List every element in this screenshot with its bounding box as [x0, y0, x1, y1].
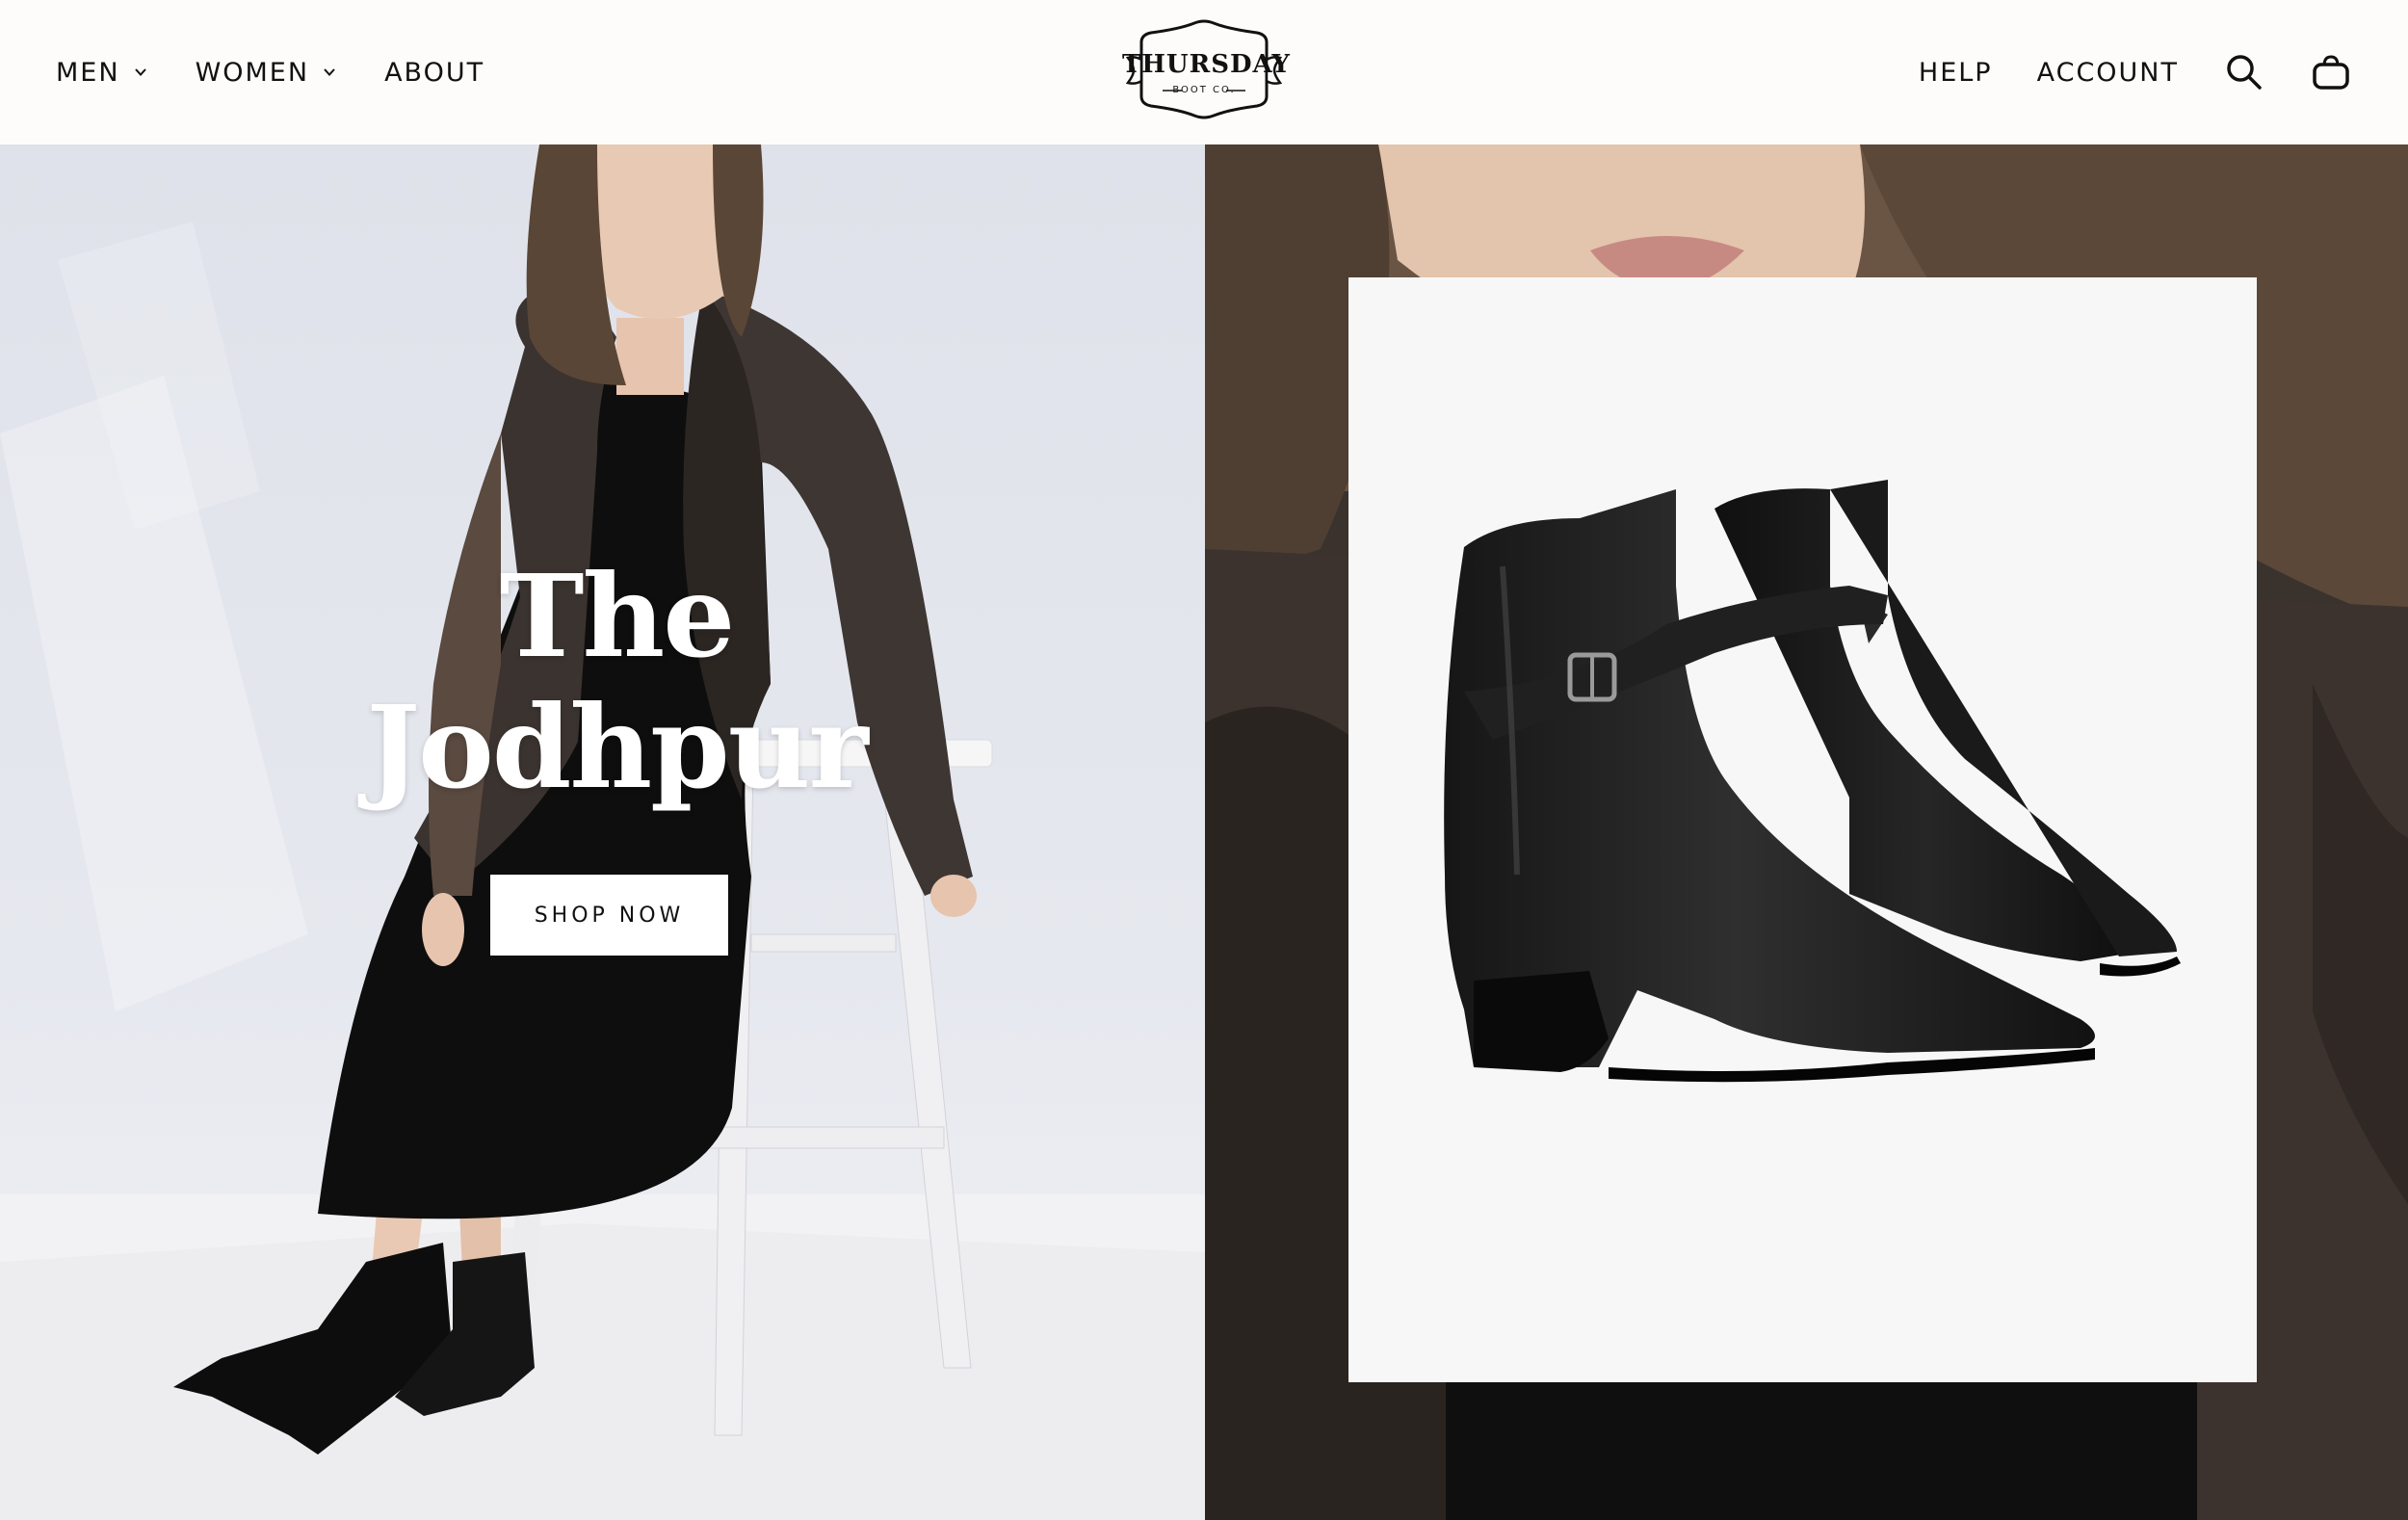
nav-item-women[interactable]: WOMEN	[196, 58, 339, 88]
nav-item-help[interactable]: HELP	[1919, 58, 1993, 88]
hero-headline-line2: Jodhpur	[366, 680, 868, 814]
brand-logo[interactable]: THURSDAY BOOT CO.	[1122, 19, 1291, 119]
cart-button[interactable]	[2310, 51, 2352, 93]
primary-nav: MEN WOMEN ABOUT	[56, 58, 484, 88]
shop-now-button[interactable]: SHOP NOW	[490, 875, 728, 956]
lifestyle-illustration	[0, 144, 1205, 1520]
logo-subline: BOOT CO.	[1172, 85, 1236, 95]
utility-nav: HELP ACCOUNT	[1919, 51, 2352, 93]
hero-banner: The Jodhpur SHOP NOW	[0, 144, 2408, 1520]
nav-item-about-label: ABOUT	[384, 57, 485, 88]
site-header: MEN WOMEN ABOUT THURSDAY BOOT CO. HELP A…	[0, 0, 2408, 144]
hero-headline-line1: The	[499, 549, 736, 683]
nav-item-women-label: WOMEN	[195, 57, 310, 88]
nav-item-about[interactable]: ABOUT	[384, 58, 484, 88]
search-button[interactable]	[2223, 51, 2265, 93]
nav-item-account-label: ACCOUNT	[2036, 57, 2179, 88]
product-card[interactable]	[1348, 277, 2257, 1382]
jodhpur-boot-image	[1444, 480, 2181, 1083]
nav-item-men[interactable]: MEN	[56, 58, 149, 88]
hero-lifestyle-photo: The Jodhpur SHOP NOW	[0, 144, 1205, 1520]
search-icon	[2227, 55, 2262, 90]
chevron-down-icon	[134, 68, 146, 76]
nav-item-account[interactable]: ACCOUNT	[2037, 58, 2179, 88]
nav-item-men-label: MEN	[56, 57, 120, 88]
hero-headline: The Jodhpur	[366, 549, 868, 814]
logo-wordmark: THURSDAY	[1122, 50, 1291, 79]
cart-icon	[2313, 55, 2349, 90]
nav-item-help-label: HELP	[1918, 57, 1993, 88]
chevron-down-icon	[324, 68, 335, 76]
